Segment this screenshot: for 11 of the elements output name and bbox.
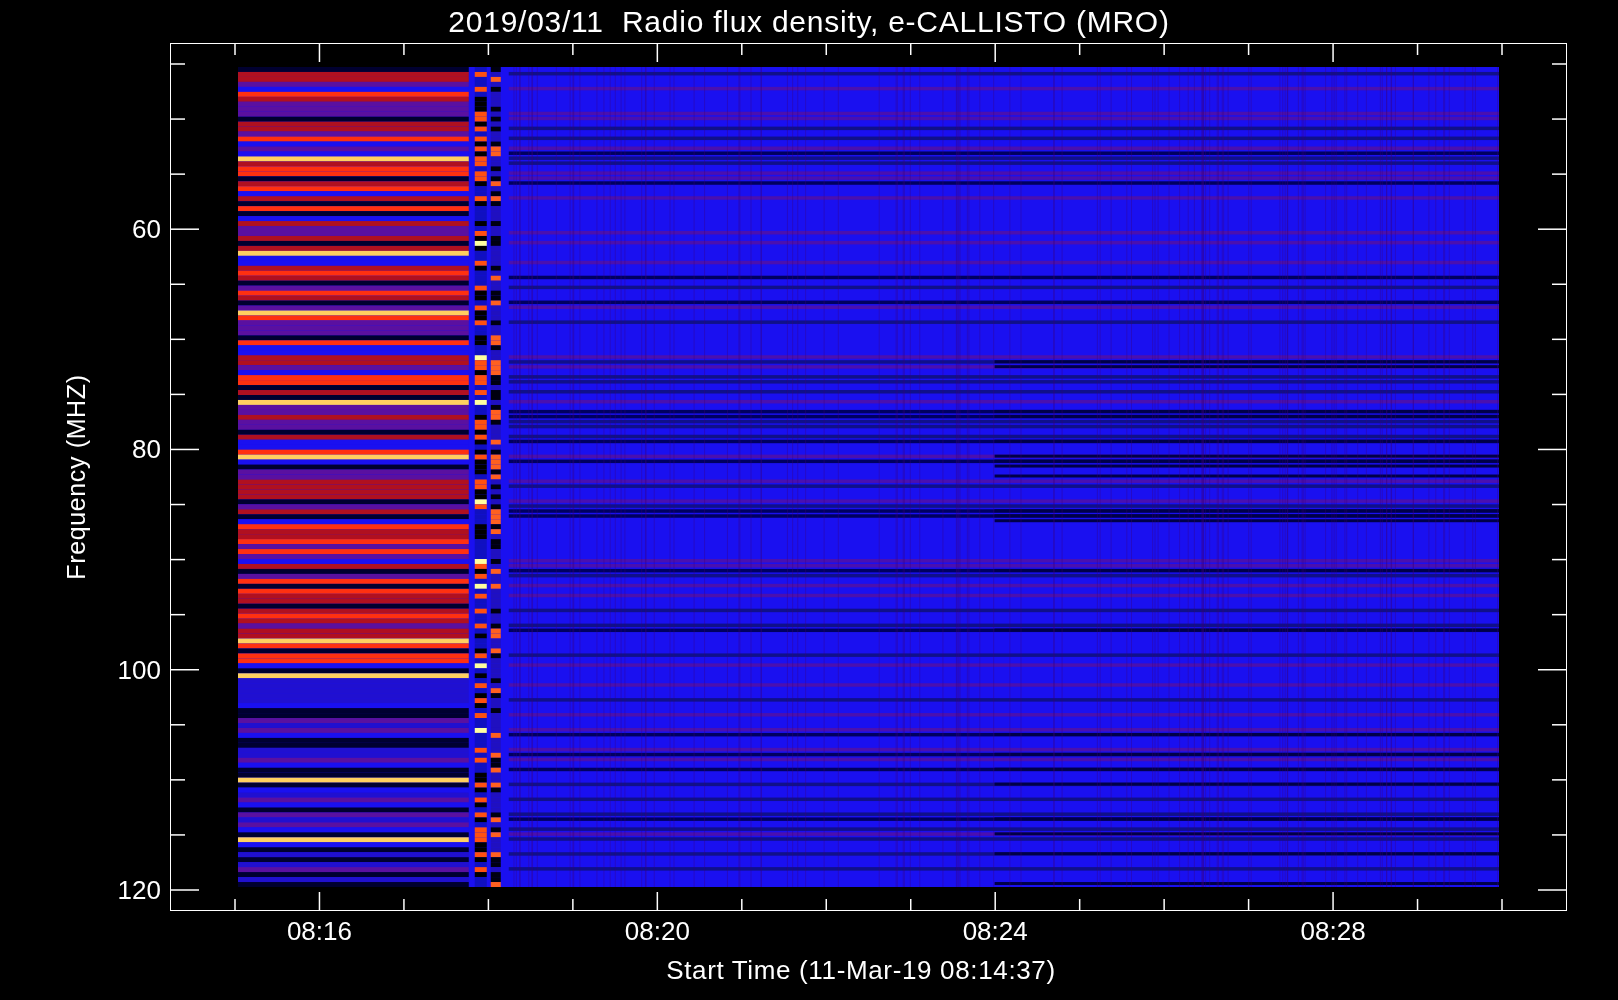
chart-title: 2019/03/11 Radio flux density, e-CALLISTO (MRO) <box>448 6 1170 37</box>
x-axis-label: Start Time (11-Mar-19 08:14:37) <box>666 957 1056 983</box>
y-tick-label: 60 <box>131 216 161 243</box>
y-axis-label: Frequency (MHZ) <box>63 374 89 580</box>
y-tick-label: 120 <box>116 877 161 903</box>
x-tick-label: 08:28 <box>1300 918 1366 944</box>
y-tick-label: 100 <box>116 656 161 683</box>
y-tick-label: 80 <box>131 436 161 463</box>
x-tick-label: 08:24 <box>962 918 1028 944</box>
x-tick-label: 08:16 <box>286 918 352 944</box>
x-tick-label: 08:20 <box>624 918 690 944</box>
